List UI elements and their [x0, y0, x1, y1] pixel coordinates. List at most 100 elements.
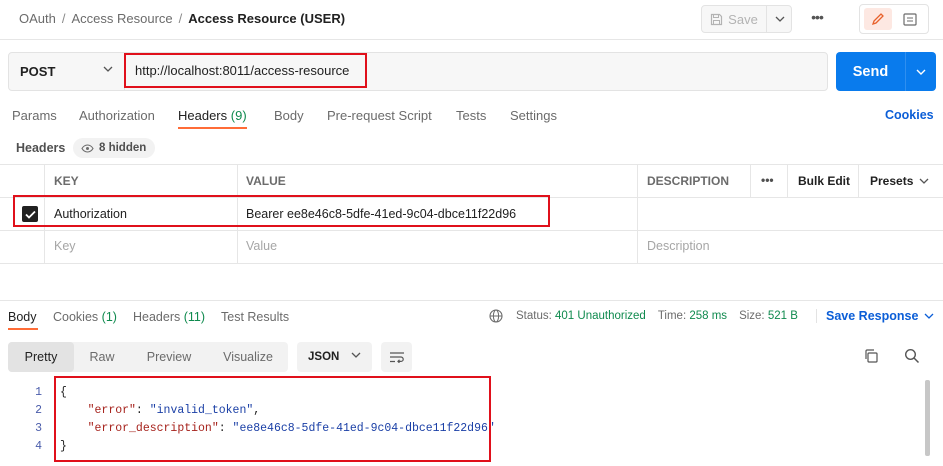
breadcrumb-separator: / — [178, 11, 183, 26]
column-divider — [237, 164, 238, 264]
tab-pre-request-script[interactable]: Pre-request Script — [327, 108, 432, 123]
tab-tests[interactable]: Tests — [456, 108, 486, 123]
request-url-bar: POST http://localhost:8011/access-resour… — [8, 52, 828, 91]
search-icon — [904, 348, 920, 364]
view-preview[interactable]: Preview — [132, 342, 206, 372]
format-label: JSON — [308, 351, 340, 363]
search-button[interactable] — [904, 348, 920, 367]
column-header-key: KEY — [54, 174, 79, 188]
method-select[interactable]: POST — [9, 53, 125, 90]
save-response-button[interactable]: Save Response — [816, 309, 934, 323]
cookies-link[interactable]: Cookies — [885, 108, 934, 122]
presets-dropdown[interactable]: Presets — [870, 174, 929, 188]
view-pretty[interactable]: Pretty — [8, 342, 74, 372]
copy-button[interactable] — [863, 348, 879, 367]
document-icon — [903, 12, 917, 26]
send-dropdown-button[interactable] — [905, 52, 936, 91]
tab-params[interactable]: Params — [12, 108, 57, 123]
line-number: 4 — [35, 440, 42, 453]
save-response-label: Save Response — [826, 309, 919, 323]
json-value: "ee8e46c8-5dfe-41ed-9c04-dbce11f22d96" — [232, 422, 495, 435]
active-tab-indicator — [178, 127, 247, 129]
code-line: } — [60, 440, 67, 453]
headers-section-title: Headers — [16, 141, 66, 155]
header-value-cell[interactable]: Bearer ee8e46c8-5dfe-41ed-9c04-dbce11f22… — [246, 207, 516, 221]
globe-icon[interactable] — [489, 309, 503, 323]
close-brace: } — [60, 440, 67, 453]
chevron-down-icon — [916, 69, 926, 75]
response-scrollbar[interactable] — [925, 380, 930, 456]
new-key-input[interactable]: Key — [54, 239, 76, 253]
save-icon — [711, 13, 723, 25]
new-description-input[interactable]: Description — [647, 239, 710, 253]
breadcrumb-folder[interactable]: Access Resource — [71, 11, 172, 26]
documentation-button[interactable] — [896, 8, 924, 30]
save-label: Save — [728, 11, 758, 27]
column-divider — [750, 164, 751, 197]
line-number: 3 — [35, 422, 42, 435]
chevron-down-icon — [919, 178, 929, 184]
table-divider — [0, 197, 943, 198]
response-tab-test-results[interactable]: Test Results — [221, 310, 289, 324]
save-button[interactable]: Save — [702, 6, 766, 32]
time-value[interactable]: 258 ms — [689, 310, 727, 322]
headers-table: KEY VALUE DESCRIPTION ••• Bulk Edit Pres… — [0, 164, 943, 264]
tab-headers[interactable]: Headers (9) — [178, 108, 247, 123]
table-divider — [0, 263, 943, 264]
method-label: POST — [20, 64, 56, 79]
send-button-group: Send — [836, 52, 936, 91]
view-visualize[interactable]: Visualize — [208, 342, 288, 372]
tab-settings[interactable]: Settings — [510, 108, 557, 123]
code-line: "error_description": "ee8e46c8-5dfe-41ed… — [87, 422, 495, 435]
json-key: "error_description" — [87, 422, 219, 435]
line-number: 1 — [35, 386, 42, 399]
size-value[interactable]: 521 B — [768, 310, 798, 322]
table-divider — [0, 164, 943, 165]
status-label: Status: — [516, 310, 552, 322]
hidden-headers-toggle[interactable]: 8 hidden — [73, 138, 156, 158]
response-tab-cookies-count: (1) — [101, 310, 117, 324]
wrap-lines-button[interactable] — [381, 342, 412, 372]
chevron-down-icon — [775, 16, 784, 22]
table-divider — [0, 230, 943, 231]
breadcrumb-current[interactable]: Access Resource (USER) — [188, 11, 345, 26]
save-button-group: Save — [701, 5, 792, 33]
copy-icon — [865, 349, 878, 363]
response-tab-cookies[interactable]: Cookies (1) — [53, 310, 117, 324]
header-enabled-checkbox[interactable] — [22, 206, 38, 222]
eye-icon — [81, 143, 94, 153]
active-tab-indicator — [8, 328, 38, 330]
url-input[interactable]: http://localhost:8011/access-resource — [135, 63, 349, 78]
response-tab-body[interactable]: Body — [8, 310, 37, 324]
response-tab-headers[interactable]: Headers (11) — [133, 310, 205, 324]
response-status-bar: Status: 401 Unauthorized Time: 258 ms Si… — [489, 309, 798, 323]
column-header-description: DESCRIPTION — [647, 174, 730, 188]
chevron-down-icon — [924, 313, 934, 319]
edit-mode-button[interactable] — [864, 8, 892, 30]
more-options-button[interactable]: ••• — [806, 9, 828, 29]
column-divider — [637, 164, 638, 264]
status-value[interactable]: 401 Unauthorized — [555, 310, 646, 322]
json-value: "invalid_token" — [149, 404, 254, 417]
save-dropdown-button[interactable] — [766, 6, 792, 32]
tab-body[interactable]: Body — [274, 108, 304, 123]
header-key-cell[interactable]: Authorization — [54, 207, 127, 221]
highlight-box — [54, 376, 491, 462]
breadcrumb: OAuth / Access Resource / Access Resource (U… — [19, 11, 345, 26]
send-button[interactable]: Send — [836, 52, 905, 91]
breadcrumb-root[interactable]: OAuth — [19, 11, 56, 26]
code-line: "error": "invalid_token", — [87, 404, 261, 417]
column-options-button[interactable]: ••• — [761, 173, 774, 187]
sidebar-mode-toggle — [859, 4, 929, 34]
new-value-input[interactable]: Value — [246, 239, 277, 253]
line-number: 2 — [35, 404, 42, 417]
chevron-down-icon — [351, 352, 361, 358]
tab-authorization[interactable]: Authorization — [79, 108, 155, 123]
pencil-icon — [871, 13, 884, 26]
format-select[interactable]: JSON — [297, 342, 372, 372]
top-bar: OAuth / Access Resource / Access Resource (U… — [0, 0, 943, 40]
view-raw[interactable]: Raw — [74, 342, 130, 372]
bulk-edit-button[interactable]: Bulk Edit — [798, 174, 850, 188]
column-header-value: VALUE — [246, 174, 286, 188]
presets-label: Presets — [870, 174, 914, 188]
